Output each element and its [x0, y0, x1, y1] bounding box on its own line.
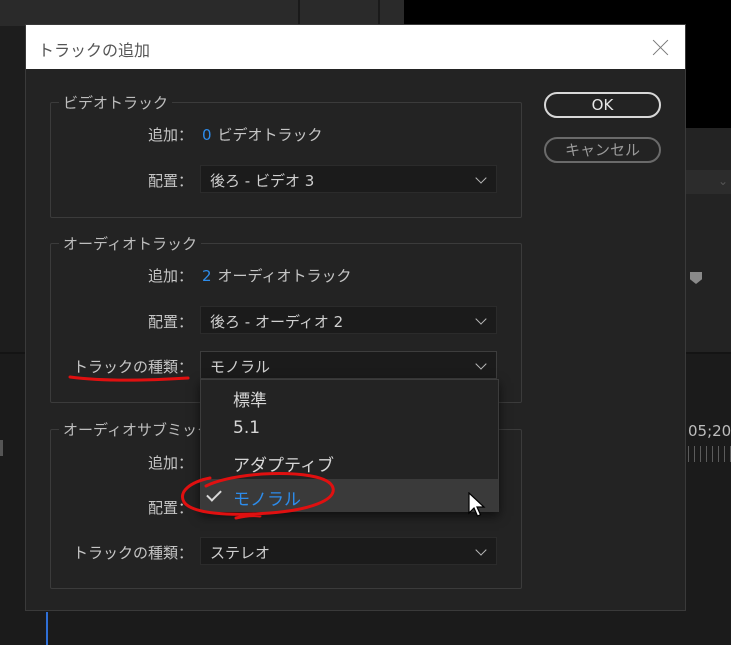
add-tracks-dialog: トラックの追加 OK キャンセル ビデオトラック 追加： 0 ビデオトラック 配置… — [25, 24, 686, 611]
ok-button[interactable]: OK — [544, 92, 661, 118]
video-placement-label: 配置： — [148, 172, 194, 190]
video-tracks-group: ビデオトラック — [50, 92, 522, 218]
ruler-tick — [0, 440, 3, 456]
chevron-down-icon — [475, 544, 487, 556]
audio-add-count[interactable]: 2 — [202, 267, 212, 285]
chevron-down-icon — [475, 313, 487, 325]
dropdown-option-label: アダプティブ — [233, 456, 334, 476]
chevron-down-icon: ⌄ — [718, 174, 729, 188]
panel-divider — [298, 0, 300, 26]
video-tracks-legend: ビデオトラック — [59, 92, 173, 113]
chevron-down-icon — [475, 358, 487, 370]
dropdown-option-selected[interactable]: モノラル — [201, 479, 498, 512]
submix-track-type-label: トラックの種類： — [73, 544, 194, 562]
dialog-titlebar: トラックの追加 — [26, 25, 685, 69]
dropdown-option[interactable]: 5.1 — [201, 412, 498, 445]
mouse-cursor-icon — [468, 492, 486, 517]
dropdown-option-label: モノラル — [233, 490, 301, 510]
cancel-button[interactable]: キャンセル — [544, 137, 661, 163]
background-panel-right — [686, 128, 731, 353]
dropdown-option[interactable]: 標準 — [201, 380, 498, 413]
track-type-dropdown: 標準 5.1 アダプティブ モノラル — [200, 379, 499, 512]
video-add-value[interactable]: 0 ビデオトラック — [202, 124, 323, 145]
audio-track-type-select[interactable]: モノラル — [200, 351, 497, 379]
submix-track-type-value: ステレオ — [210, 544, 271, 562]
audio-add-unit: オーディオトラック — [217, 267, 352, 285]
close-icon[interactable] — [651, 37, 671, 57]
audio-placement-select[interactable]: 後ろ - オーディオ 2 — [200, 306, 497, 334]
audio-placement-label: 配置： — [148, 313, 194, 331]
panel-divider — [378, 0, 380, 26]
video-add-label: 追加： — [148, 126, 194, 144]
video-placement-select[interactable]: 後ろ - ビデオ 3 — [200, 165, 497, 193]
audio-add-value[interactable]: 2 オーディオトラック — [202, 265, 352, 286]
audio-track-type-label: トラックの種類： — [73, 358, 194, 376]
dropdown-option-label: 5.1 — [233, 418, 261, 438]
audio-placement-value: 後ろ - オーディオ 2 — [210, 313, 344, 331]
dialog-title: トラックの追加 — [38, 41, 151, 60]
checkmark-icon — [206, 486, 222, 502]
submix-add-label: 追加： — [148, 454, 194, 472]
chevron-down-icon — [475, 172, 487, 184]
background-panel — [0, 0, 404, 26]
audio-tracks-legend: オーディオトラック — [59, 233, 201, 254]
timecode-readout: 05;20 — [688, 422, 731, 440]
video-add-count[interactable]: 0 — [202, 126, 212, 144]
playhead-line — [46, 612, 48, 645]
submix-track-type-select[interactable]: ステレオ — [200, 537, 497, 565]
time-ruler — [688, 446, 731, 462]
audio-track-type-value: モノラル — [210, 358, 271, 376]
audio-add-label: 追加： — [148, 267, 194, 285]
video-add-unit: ビデオトラック — [217, 126, 323, 144]
submix-placement-label: 配置： — [148, 499, 194, 517]
dropdown-option-label: 標準 — [233, 391, 267, 411]
dropdown-option[interactable]: アダプティブ — [201, 445, 498, 478]
video-placement-value: 後ろ - ビデオ 3 — [210, 172, 315, 190]
